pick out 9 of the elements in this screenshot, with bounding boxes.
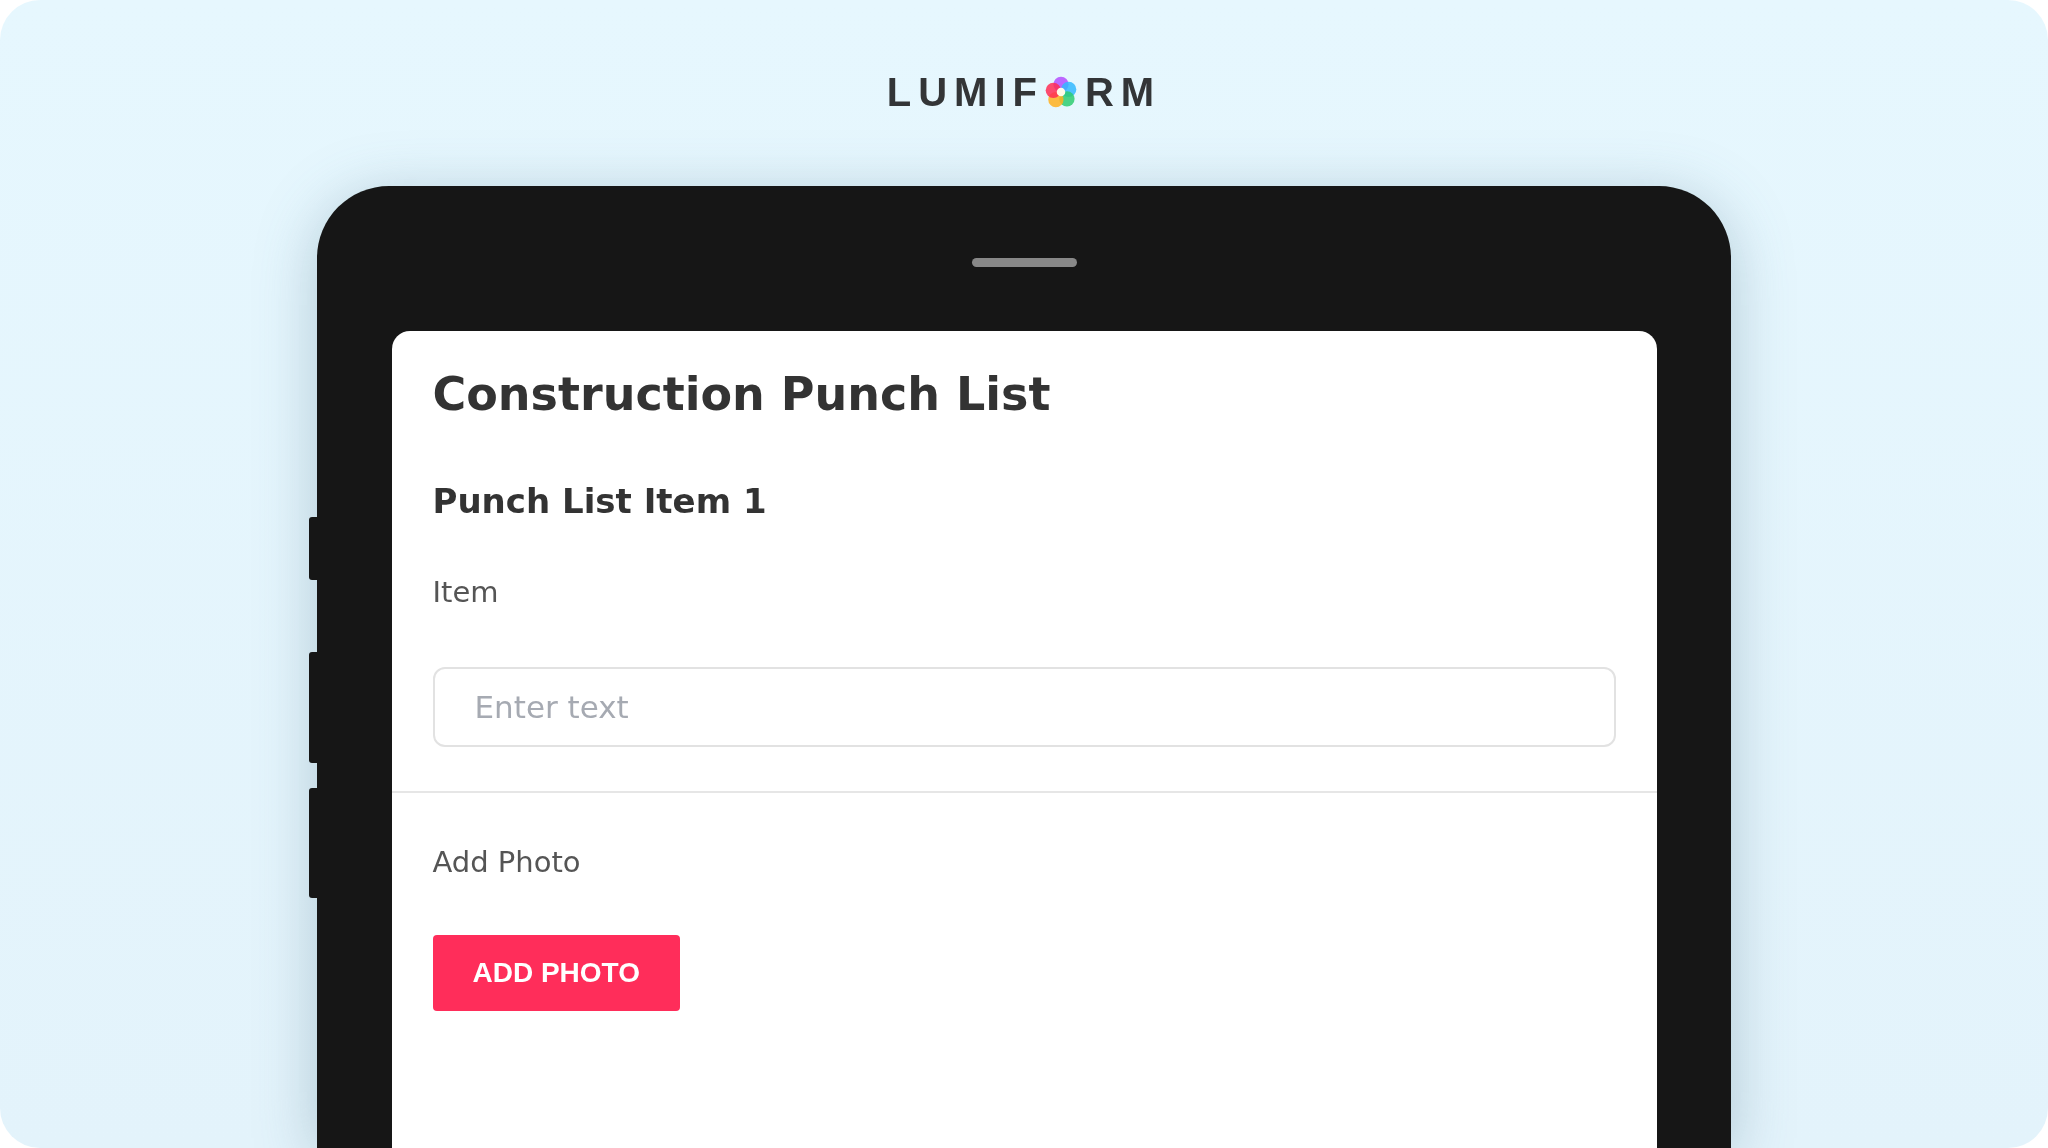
form-title: Construction Punch List [432, 367, 1052, 421]
logo-icon [1044, 75, 1078, 109]
field-label: Item [432, 575, 500, 609]
logo-text: RM [1085, 69, 1162, 115]
section-heading: Punch List Item 1 [432, 481, 768, 521]
field-label: Add Photo [432, 845, 582, 879]
logo-text: LUMIF [886, 69, 1044, 115]
input-field[interactable]: Enter text [432, 667, 1616, 747]
add-photo-button[interactable]: ADD PHOTO [432, 935, 680, 1011]
